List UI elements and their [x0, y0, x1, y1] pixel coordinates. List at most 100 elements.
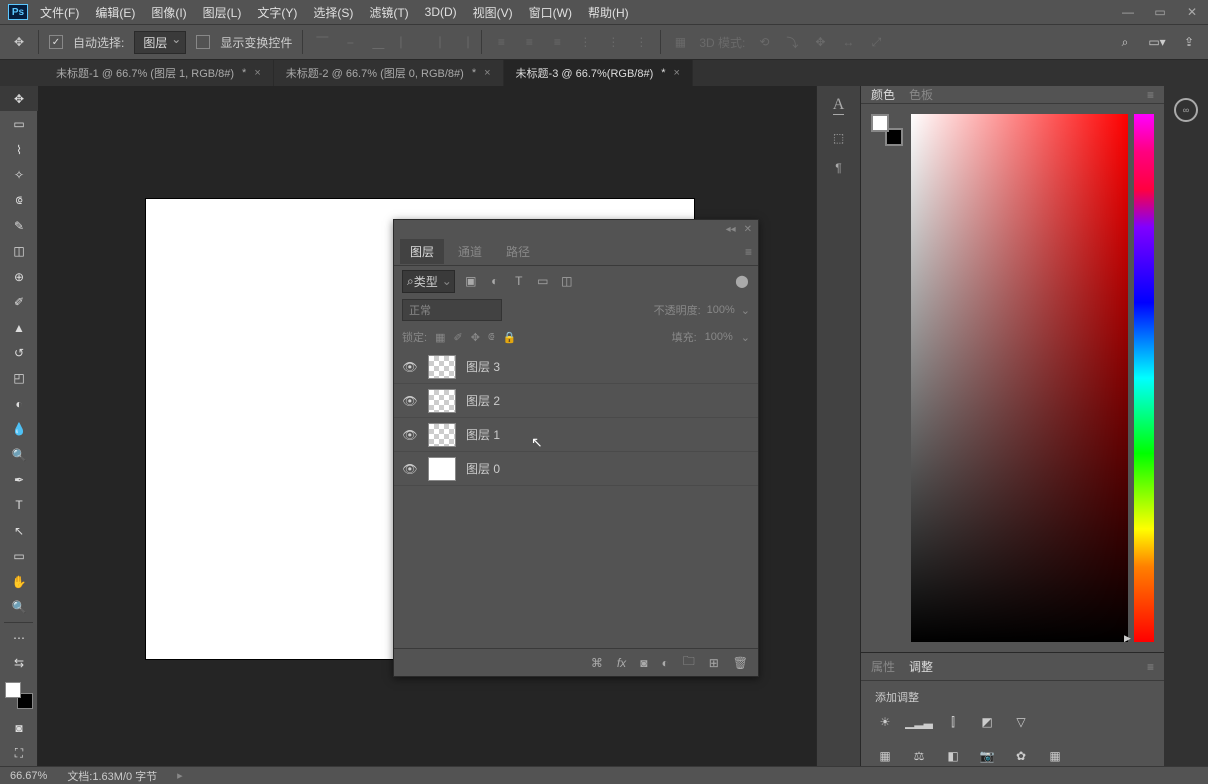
layer-name[interactable]: 图层 2: [466, 392, 500, 409]
magic-wand-tool[interactable]: ✧: [0, 162, 38, 187]
3d-panel-icon[interactable]: ⬚: [833, 131, 844, 145]
menu-view[interactable]: 视图(V): [473, 4, 513, 21]
menu-edit[interactable]: 编辑(E): [95, 4, 135, 21]
layer-name[interactable]: 图层 3: [466, 358, 500, 375]
saturation-box[interactable]: [911, 114, 1128, 642]
hue-slider[interactable]: [1134, 114, 1154, 642]
channel-mixer-icon[interactable]: ✿: [1011, 747, 1031, 765]
filter-smart-icon[interactable]: ◫: [559, 273, 575, 289]
layer-row[interactable]: 👁 图层 0: [394, 452, 758, 486]
new-layer-icon[interactable]: ⊞: [709, 656, 719, 670]
auto-select-checkbox[interactable]: [49, 35, 63, 49]
swatches-tab[interactable]: 色板: [909, 86, 933, 103]
layer-style-icon[interactable]: fx: [617, 656, 626, 670]
filter-pixel-icon[interactable]: ▣: [463, 273, 479, 289]
marquee-tool[interactable]: ▭: [0, 111, 38, 136]
fill-value[interactable]: 100%: [705, 331, 733, 343]
layer-name[interactable]: 图层 0: [466, 460, 500, 477]
quick-mask-icon[interactable]: ◙: [0, 715, 38, 740]
adjustments-tab[interactable]: 调整: [909, 658, 933, 675]
group-icon[interactable]: 🗀: [683, 652, 695, 673]
foreground-background-colors[interactable]: [5, 682, 33, 709]
gradient-tool[interactable]: ◐: [0, 391, 38, 416]
color-fgbg[interactable]: [871, 114, 903, 146]
color-tab[interactable]: 颜色: [871, 86, 895, 103]
photo-filter-icon[interactable]: 📷: [977, 747, 997, 765]
crop-tool[interactable]: ⟃: [0, 188, 38, 213]
menu-filter[interactable]: 滤镜(T): [369, 4, 408, 21]
heal-tool[interactable]: ⊕: [0, 264, 38, 289]
layer-thumbnail[interactable]: [428, 355, 456, 379]
filter-adjustment-icon[interactable]: ◐: [487, 273, 503, 289]
share-icon[interactable]: ⇪: [1180, 33, 1198, 51]
screen-mode-icon[interactable]: ⛶: [0, 740, 38, 765]
lock-image-icon[interactable]: ✐: [453, 331, 462, 344]
search-icon[interactable]: ⌕: [1116, 33, 1134, 51]
eraser-tool[interactable]: ◰: [0, 366, 38, 391]
panel-menu-icon[interactable]: ≡: [1147, 660, 1154, 674]
ruler-tool[interactable]: ◫: [0, 239, 38, 264]
close-tab-icon[interactable]: ×: [484, 67, 490, 79]
layer-row[interactable]: 👁 图层 3: [394, 350, 758, 384]
lasso-tool[interactable]: ⌇: [0, 137, 38, 162]
text-tool[interactable]: T: [0, 493, 38, 518]
eyedropper-tool[interactable]: ✎: [0, 213, 38, 238]
delete-layer-icon[interactable]: 🗑: [733, 656, 748, 670]
paths-tab[interactable]: 路径: [496, 239, 540, 264]
pen-tool[interactable]: ✒: [0, 467, 38, 492]
menu-select[interactable]: 选择(S): [313, 4, 353, 21]
panel-menu-icon[interactable]: ≡: [1147, 88, 1154, 102]
visibility-icon[interactable]: 👁: [402, 428, 418, 442]
paragraph-panel-icon[interactable]: ¶: [835, 161, 841, 175]
filter-shape-icon[interactable]: ▭: [535, 273, 551, 289]
color-lookup-icon[interactable]: ▦: [1045, 747, 1065, 765]
close-panel-icon[interactable]: ✕: [744, 224, 752, 235]
close-tab-icon[interactable]: ×: [254, 67, 260, 79]
lock-position-icon[interactable]: ✥: [471, 331, 480, 344]
balance-icon[interactable]: ⚖: [909, 747, 929, 765]
menu-layer[interactable]: 图层(L): [203, 4, 242, 21]
document-tab[interactable]: 未标题-3 @ 66.7%(RGB/8#)*×: [504, 60, 693, 86]
panel-menu-icon[interactable]: ≡: [745, 245, 752, 259]
workspace-icon[interactable]: ▭▾: [1148, 33, 1166, 51]
bw-icon[interactable]: ◧: [943, 747, 963, 765]
visibility-icon[interactable]: 👁: [402, 462, 418, 476]
history-brush-tool[interactable]: ↺: [0, 340, 38, 365]
creative-cloud-icon[interactable]: ∞: [1174, 98, 1198, 122]
maximize-button[interactable]: ▭: [1152, 5, 1168, 19]
menu-window[interactable]: 窗口(W): [529, 4, 572, 21]
layer-thumbnail[interactable]: [428, 389, 456, 413]
levels-icon[interactable]: ▁▂▃: [909, 713, 929, 731]
menu-type[interactable]: 文字(Y): [257, 4, 297, 21]
document-tab[interactable]: 未标题-2 @ 66.7% (图层 0, RGB/8#)*×: [274, 60, 504, 86]
opacity-value[interactable]: 100%: [707, 304, 735, 316]
curves-icon[interactable]: ⫿: [943, 713, 963, 731]
character-panel-icon[interactable]: A: [833, 96, 845, 115]
brightness-icon[interactable]: ☀: [875, 713, 895, 731]
vibrance-icon[interactable]: ▽: [1011, 713, 1031, 731]
close-button[interactable]: ✕: [1184, 5, 1200, 19]
blend-mode-select[interactable]: 正常: [402, 299, 502, 321]
blur-tool[interactable]: 💧: [0, 416, 38, 441]
adjustment-layer-icon[interactable]: ◐: [661, 656, 668, 670]
ellipsis-icon[interactable]: ⋯: [0, 625, 38, 650]
auto-select-target[interactable]: 图层: [134, 31, 186, 54]
visibility-icon[interactable]: 👁: [402, 394, 418, 408]
menu-3d[interactable]: 3D(D): [425, 5, 457, 19]
layer-name[interactable]: 图层 1: [466, 426, 500, 443]
brush-tool[interactable]: ✐: [0, 289, 38, 314]
dodge-tool[interactable]: 🔍: [0, 442, 38, 467]
exposure-icon[interactable]: ◩: [977, 713, 997, 731]
zoom-tool[interactable]: 🔍: [0, 594, 38, 619]
move-tool-icon[interactable]: ✥: [10, 33, 28, 51]
layer-thumbnail[interactable]: [428, 457, 456, 481]
lock-transparent-icon[interactable]: ▦: [435, 331, 445, 344]
collapse-icon[interactable]: ◂◂: [726, 224, 736, 235]
layer-thumbnail[interactable]: [428, 423, 456, 447]
document-tab[interactable]: 未标题-1 @ 66.7% (图层 1, RGB/8#)*×: [44, 60, 274, 86]
hue-icon[interactable]: ▦: [875, 747, 895, 765]
layer-row[interactable]: 👁 图层 1: [394, 418, 758, 452]
visibility-icon[interactable]: 👁: [402, 360, 418, 374]
shape-tool[interactable]: ▭: [0, 544, 38, 569]
minimize-button[interactable]: —: [1120, 5, 1136, 19]
